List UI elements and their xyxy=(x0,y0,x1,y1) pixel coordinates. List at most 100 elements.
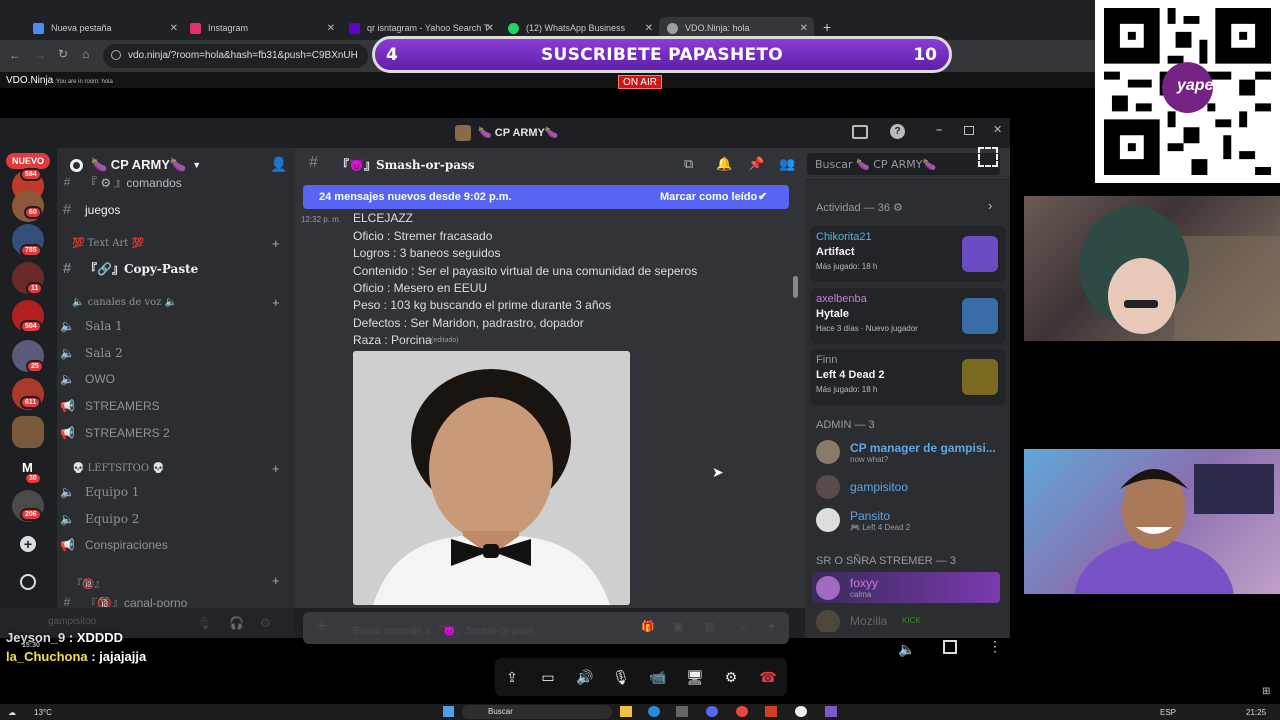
gif-icon[interactable]: ▣ xyxy=(673,620,683,633)
channel-sala1[interactable]: 🔈 Sala 1 xyxy=(60,319,123,333)
speaker-icon[interactable]: 🔊 xyxy=(574,666,596,688)
volume-icon[interactable]: 🔈 xyxy=(898,641,915,658)
new-messages-bar[interactable]: 24 mensajes nuevos desde 9:02 p.m. Marca… xyxy=(303,185,789,209)
reload-icon[interactable]: ↻ xyxy=(58,47,68,61)
category-text-art[interactable]: 💯 Text Art 💯 xyxy=(72,238,144,249)
member-item[interactable]: CP manager de gampisi... now what? xyxy=(816,440,1001,466)
taskbar-search[interactable]: Buscar xyxy=(462,705,612,719)
member-item[interactable]: Pansito 🎮 Left 4 Dead 2 xyxy=(816,508,1001,534)
hangup-icon[interactable]: ☎ xyxy=(757,666,779,688)
channel-conspiraciones[interactable]: 📢 Conspiraciones xyxy=(60,538,168,552)
close-icon[interactable]: ✕ xyxy=(327,23,335,34)
fullscreen-icon[interactable] xyxy=(978,147,998,167)
more-icon[interactable]: ⋮ xyxy=(988,638,1002,655)
headphones-icon[interactable]: 🎧 xyxy=(229,616,244,630)
tab-nueva-pestana[interactable]: Nueva pestaña ✕ xyxy=(33,17,178,39)
sticker-icon[interactable]: ▤ xyxy=(705,620,715,633)
channel-equipo1[interactable]: 🔈 Equipo 1 xyxy=(60,485,139,499)
channel-comandos[interactable]: # 『 ⚙ 』comandos xyxy=(60,176,182,188)
site-info-icon[interactable] xyxy=(111,50,121,60)
language-indicator[interactable]: ESP xyxy=(1160,708,1176,717)
message-line: Oficio : Stremer fracasado xyxy=(353,229,493,243)
scrollbar-thumb[interactable] xyxy=(793,276,798,298)
bell-icon[interactable]: 🔔 xyxy=(716,156,732,172)
apps-icon[interactable]: ✦ xyxy=(767,620,776,633)
member-item[interactable]: foxyy calma xyxy=(812,572,1000,603)
channel-sala2[interactable]: 🔈 Sala 2 xyxy=(60,346,123,360)
file-explorer-icon[interactable] xyxy=(620,706,632,717)
search-input[interactable]: Buscar 🍆 CP ARMY🍆 xyxy=(807,153,1000,175)
brave-icon[interactable] xyxy=(765,706,777,717)
maximize-icon[interactable] xyxy=(964,126,974,135)
nuevo-badge[interactable]: NUEVO xyxy=(6,153,50,169)
forward-icon[interactable]: → xyxy=(34,48,46,62)
grid-icon[interactable]: ⊞ xyxy=(1262,686,1270,697)
windows-start-icon[interactable] xyxy=(443,706,454,717)
store-icon[interactable] xyxy=(676,706,688,717)
close-icon[interactable]: ✕ xyxy=(170,23,178,34)
activity-card[interactable]: Chikorita21 Artifact Más jugado: 18 h xyxy=(810,226,1006,282)
new-tab-icon[interactable]: + xyxy=(823,19,831,35)
home-icon[interactable]: ⌂ xyxy=(82,47,89,61)
microphone-icon[interactable]: 🎙 xyxy=(197,616,212,630)
app-icon[interactable] xyxy=(825,706,837,717)
message-input[interactable]: + Enviar mensaje a 『😈』Smash-or-pass 🎁 ▣ … xyxy=(303,612,789,644)
explore-icon[interactable] xyxy=(20,574,36,590)
channel-owo[interactable]: 🔈 OWO xyxy=(60,372,115,386)
activity-card[interactable]: axelbenba Hytale Hace 3 días · Nuevo jug… xyxy=(810,288,1006,344)
gift-icon[interactable]: 🎁 xyxy=(641,620,655,633)
mark-read-button[interactable]: Marcar como leído xyxy=(660,191,757,203)
back-icon[interactable]: ← xyxy=(9,48,21,62)
camera-icon[interactable]: 📹 xyxy=(647,666,669,688)
close-icon[interactable]: ✕ xyxy=(486,23,494,34)
screen-share-icon[interactable]: 🖥 xyxy=(684,666,706,688)
channel-copy-paste[interactable]: # 『🔗』Copy-Paste xyxy=(60,260,198,277)
add-channel-icon[interactable]: + xyxy=(272,573,280,588)
fullscreen-icon[interactable] xyxy=(943,640,957,654)
settings-icon[interactable]: ⚙ xyxy=(260,616,271,630)
close-window-icon[interactable]: ✕ xyxy=(993,123,1002,136)
close-icon[interactable]: ✕ xyxy=(800,23,808,34)
settings-icon[interactable]: ⚙ xyxy=(720,666,742,688)
chevron-right-icon[interactable]: › xyxy=(988,198,992,213)
discord-icon[interactable] xyxy=(706,706,718,717)
chrome-icon[interactable] xyxy=(736,706,748,717)
add-server-icon[interactable]: + xyxy=(20,536,36,552)
channel-streamers2[interactable]: 📢 STREAMERS 2 xyxy=(60,426,170,440)
url-field[interactable]: vdo.ninja/?room=hola&hash=fb31&push=C9BX… xyxy=(103,44,368,68)
edge-icon[interactable] xyxy=(648,706,660,717)
activity-card[interactable]: Finn Left 4 Dead 2 Más jugado: 18 h xyxy=(810,349,1006,405)
inbox-icon[interactable] xyxy=(852,125,868,139)
add-member-icon[interactable]: 👤 xyxy=(270,156,287,173)
clock[interactable]: 21:25 xyxy=(1246,708,1266,717)
tab-instagram[interactable]: Instagram ✕ xyxy=(190,17,335,39)
add-channel-icon[interactable]: + xyxy=(272,295,280,310)
emoji-icon[interactable]: ☺ xyxy=(737,620,748,632)
channel-canal-porno[interactable]: # 『🔞』canal-porno xyxy=(60,597,188,607)
microphone-icon[interactable]: 🎙 xyxy=(610,666,632,688)
server-icon[interactable] xyxy=(12,416,44,448)
channel-streamers[interactable]: 📢 STREAMERS xyxy=(60,399,160,413)
category-voz[interactable]: 🔈 canales de voz 🔈 xyxy=(72,297,177,308)
category-18[interactable]: 『🔞』 xyxy=(72,575,104,590)
pin-icon[interactable]: 📌 xyxy=(748,156,764,172)
add-channel-icon[interactable]: + xyxy=(272,236,280,251)
server-header[interactable]: 🍆 CP ARMY🍆 ▼ xyxy=(70,157,201,173)
category-leftsitoo[interactable]: 💀 LEFTSITOO 💀 xyxy=(72,463,165,474)
minimize-icon[interactable]: – xyxy=(936,124,942,136)
share-file-icon[interactable]: ⇪ xyxy=(501,666,523,688)
close-icon[interactable]: ✕ xyxy=(645,23,653,34)
attach-icon[interactable]: + xyxy=(317,618,326,636)
channel-equipo2[interactable]: 🔈 Equipo 2 xyxy=(60,512,139,526)
threads-icon[interactable]: ⧉ xyxy=(684,156,693,172)
channel-juegos[interactable]: # juegos xyxy=(60,201,121,218)
add-channel-icon[interactable]: + xyxy=(272,461,280,476)
help-icon[interactable]: ? xyxy=(890,124,905,139)
members-icon[interactable]: 👥 xyxy=(779,156,795,172)
member-item[interactable]: Mozilla KICK xyxy=(812,608,1000,632)
obs-icon[interactable] xyxy=(795,706,807,717)
member-item[interactable]: gampisitoo xyxy=(816,475,1001,501)
chat-icon[interactable]: ▭ xyxy=(537,666,559,688)
message-image[interactable] xyxy=(353,351,630,605)
channel-header: # 『😈』Smash-or-pass ⧉ 🔔 📌 👥 Buscar 🍆 CP A… xyxy=(295,147,1010,180)
